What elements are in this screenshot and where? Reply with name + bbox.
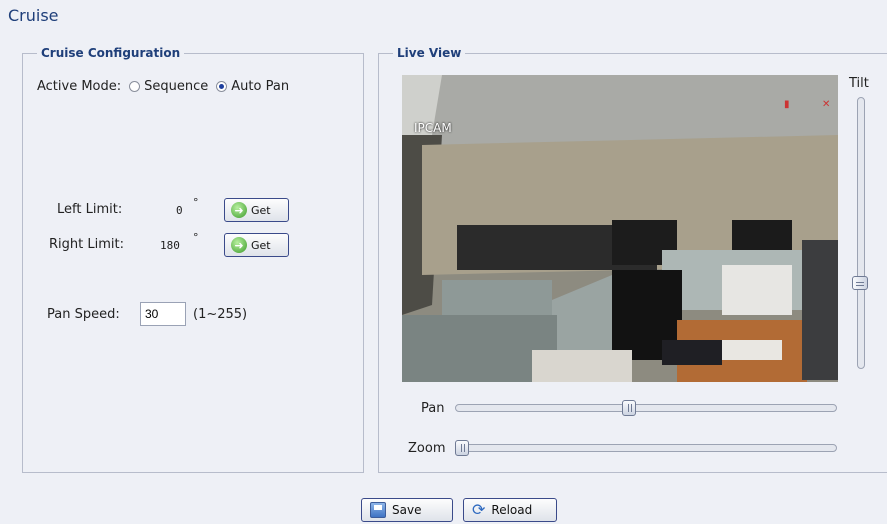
get-button-label: Get (251, 238, 271, 252)
active-mode-label: Active Mode: (37, 79, 122, 94)
cruise-configuration-legend: Cruise Configuration (37, 46, 185, 60)
active-mode-row: Active Mode: Sequence Auto Pan (37, 79, 289, 94)
live-view-legend: Live View (393, 46, 466, 60)
auto-pan-radio-label[interactable]: Auto Pan (231, 79, 289, 94)
left-limit-value: 0 (176, 204, 183, 217)
tilt-slider-track[interactable] (857, 97, 865, 369)
left-limit-degree: ° (193, 196, 199, 209)
sequence-radio[interactable] (129, 81, 141, 92)
sequence-radio-label[interactable]: Sequence (144, 79, 208, 94)
camera-overlay-label: IPCAM (414, 121, 452, 135)
tilt-slider-thumb[interactable] (852, 276, 868, 290)
zoom-label: Zoom (408, 441, 446, 456)
zoom-slider-thumb[interactable] (455, 440, 469, 456)
reload-icon: ⟳ (472, 500, 486, 519)
pan-slider-thumb[interactable] (622, 400, 636, 416)
arrow-right-icon: ➜ (231, 202, 247, 218)
tilt-label: Tilt (849, 76, 869, 91)
pan-label: Pan (421, 401, 445, 416)
arrow-right-icon: ➜ (231, 237, 247, 253)
camera-feed-image (402, 75, 838, 382)
left-limit-get-button[interactable]: ➜ Get (224, 198, 289, 222)
pan-speed-label: Pan Speed: (47, 307, 120, 322)
pan-speed-range: (1~255) (193, 307, 248, 322)
reload-button-label: Reload (491, 503, 533, 517)
pan-slider-track[interactable] (455, 404, 837, 412)
get-button-label: Get (251, 203, 271, 217)
right-limit-label: Right Limit: (49, 237, 124, 252)
save-icon (370, 502, 386, 518)
left-limit-label: Left Limit: (57, 202, 123, 217)
camera-status-mark: ▮ (784, 99, 790, 110)
save-button-label: Save (392, 503, 422, 517)
save-button[interactable]: Save (361, 498, 453, 522)
page-title: Cruise (8, 6, 59, 25)
cruise-configuration-group: Cruise Configuration (22, 46, 364, 473)
right-limit-value: 180 (160, 239, 180, 252)
auto-pan-radio[interactable] (216, 81, 228, 92)
zoom-slider-track[interactable] (455, 444, 837, 452)
right-limit-get-button[interactable]: ➜ Get (224, 233, 289, 257)
reload-button[interactable]: ⟳ Reload (463, 498, 557, 522)
live-camera-view[interactable]: IPCAM ▮ ✕ (402, 75, 838, 382)
pan-speed-input[interactable] (140, 302, 186, 326)
right-limit-degree: ° (193, 231, 199, 244)
camera-status-mark: ✕ (822, 99, 831, 110)
